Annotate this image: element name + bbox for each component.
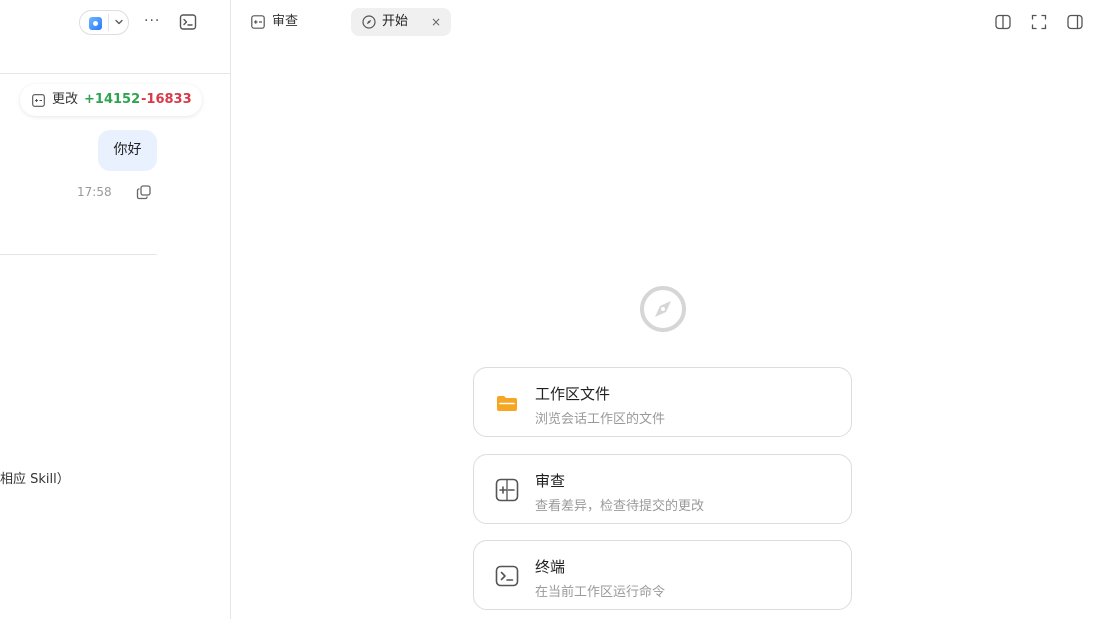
tab-label: 开始 [382, 14, 409, 29]
card-title: 审查 [535, 472, 566, 490]
card-review[interactable]: 审查 查看差异，检查待提交的更改 [473, 454, 852, 524]
message-time: 17:58 [77, 185, 112, 199]
fullscreen-icon[interactable] [1031, 14, 1047, 30]
changes-label: 更改 [52, 92, 79, 107]
tab-label: 审查 [272, 14, 299, 29]
diff-icon [251, 15, 265, 29]
close-icon[interactable]: × [431, 8, 441, 36]
removed-count: -16833 [141, 92, 192, 107]
diff-icon [495, 478, 519, 502]
right-panel-icon[interactable] [1067, 14, 1083, 30]
card-description: 查看差异，检查待提交的更改 [535, 499, 705, 514]
changes-summary[interactable]: 更改 +14152 -16833 [20, 84, 202, 116]
left-pane: ··· 更改 +14152 -16833 你好 17:58 相应 Skill） [0, 0, 231, 619]
compass-icon [640, 286, 686, 332]
chevron-down-icon[interactable] [113, 16, 125, 28]
card-description: 浏览会话工作区的文件 [535, 412, 666, 427]
compass-icon [362, 15, 376, 29]
tab-start[interactable]: 开始 × [351, 8, 451, 36]
message-text-fragment: 相应 Skill） [0, 472, 70, 487]
terminal-icon [495, 565, 519, 587]
terminal-icon[interactable] [179, 13, 197, 31]
tab-review[interactable]: 审查 [251, 8, 331, 36]
left-header: ··· [0, 0, 230, 74]
user-message: 你好 [98, 130, 157, 171]
card-title: 终端 [535, 558, 566, 576]
diff-icon [32, 94, 45, 107]
app-switcher[interactable] [79, 10, 129, 35]
divider [0, 254, 157, 255]
added-count: +14152 [84, 92, 141, 107]
card-title: 工作区文件 [535, 385, 611, 403]
card-description: 在当前工作区运行命令 [535, 585, 666, 600]
more-button[interactable]: ··· [144, 13, 160, 29]
card-workspace-files[interactable]: 工作区文件 浏览会话工作区的文件 [473, 367, 852, 437]
app-icon [89, 17, 102, 30]
copy-icon[interactable] [136, 184, 152, 200]
card-terminal[interactable]: 终端 在当前工作区运行命令 [473, 540, 852, 610]
folder-icon [497, 396, 517, 411]
split-view-icon[interactable] [995, 14, 1011, 30]
divider [108, 14, 109, 31]
